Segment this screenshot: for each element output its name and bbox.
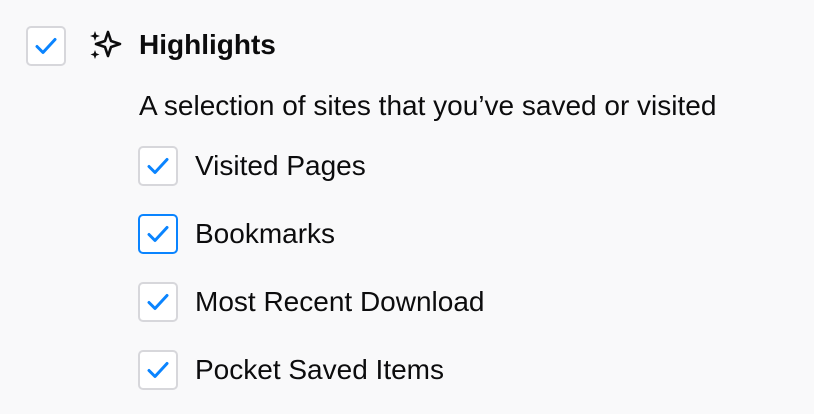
checkmark-icon <box>147 158 169 174</box>
bookmarks-checkbox[interactable] <box>138 214 178 254</box>
checkmark-icon <box>147 226 169 242</box>
visited-pages-checkbox[interactable] <box>138 146 178 186</box>
checkmark-icon <box>35 38 57 54</box>
checkmark-icon <box>147 294 169 310</box>
section-title[interactable]: Highlights <box>139 28 276 62</box>
most-recent-download-checkbox[interactable] <box>138 282 178 322</box>
highlights-sparkle-icon <box>90 30 122 59</box>
section-description: A selection of sites that you’ve saved o… <box>139 90 717 121</box>
highlights-checkbox[interactable] <box>26 26 66 66</box>
visited-pages-label[interactable]: Visited Pages <box>195 149 366 183</box>
checkmark-icon <box>147 362 169 378</box>
bookmarks-label[interactable]: Bookmarks <box>195 217 335 251</box>
pocket-saved-items-label[interactable]: Pocket Saved Items <box>195 353 444 387</box>
most-recent-download-label[interactable]: Most Recent Download <box>195 285 484 319</box>
pocket-saved-items-checkbox[interactable] <box>138 350 178 390</box>
